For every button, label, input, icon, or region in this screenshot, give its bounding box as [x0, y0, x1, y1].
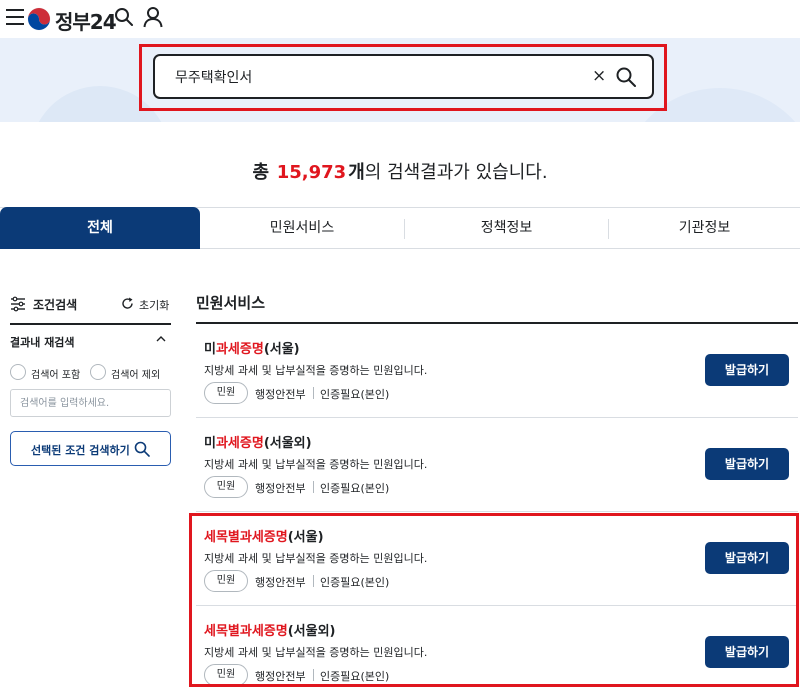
refine-search-button-label: 선택된 조건 검색하기: [31, 444, 130, 457]
item-badge: 민원: [204, 664, 248, 686]
menu-icon[interactable]: [6, 9, 24, 27]
item-auth: 인증필요(본인): [320, 670, 390, 683]
result-suffix: 의 검색결과가 있습니다.: [364, 162, 548, 183]
item-badge: 민원: [204, 476, 248, 498]
list-item: 세목별과세증명(서울) 지방세 과세 및 납부실적을 증명하는 민원입니다. 민…: [196, 512, 798, 606]
issue-button[interactable]: 발급하기: [705, 636, 789, 668]
search-icon[interactable]: [114, 7, 134, 27]
item-separator: [313, 575, 314, 587]
list-item: 미과세증명(서울외) 지방세 과세 및 납부실적을 증명하는 민원입니다. 민원…: [196, 418, 798, 512]
item-separator: [313, 387, 314, 399]
search-icon: [134, 441, 150, 457]
issue-button[interactable]: 발급하기: [705, 354, 789, 386]
decorative-circle: [30, 86, 170, 122]
item-badge: 민원: [204, 570, 248, 592]
item-description: 지방세 과세 및 납부실적을 증명하는 민원입니다.: [204, 458, 428, 471]
section-title: 민원서비스: [196, 294, 266, 312]
search-box: ×: [153, 54, 654, 99]
item-description: 지방세 과세 및 납부실적을 증명하는 민원입니다.: [204, 364, 428, 377]
sidebar-title: 조건검색: [33, 298, 78, 312]
radio-exclude[interactable]: [90, 364, 106, 380]
item-separator: [313, 669, 314, 681]
sidebar-section-title[interactable]: 결과내 재검색: [10, 334, 75, 350]
item-description: 지방세 과세 및 납부실적을 증명하는 민원입니다.: [204, 552, 428, 565]
item-title[interactable]: 세목별과세증명(서울외): [204, 620, 336, 639]
item-badge: 민원: [204, 382, 248, 404]
item-agency: 행정안전부: [255, 388, 306, 401]
item-agency: 행정안전부: [255, 670, 306, 683]
item-agency: 행정안전부: [255, 576, 306, 589]
item-title[interactable]: 미과세증명(서울외): [204, 432, 312, 451]
issue-button[interactable]: 발급하기: [705, 448, 789, 480]
result-prefix: 총: [252, 162, 270, 183]
result-summary: 총 15,973 개의 검색결과가 있습니다.: [0, 158, 800, 184]
list-item: 미과세증명(서울) 지방세 과세 및 납부실적을 증명하는 민원입니다. 민원 …: [196, 324, 798, 418]
radio-include-label[interactable]: 검색어 포함: [31, 366, 80, 381]
clear-icon[interactable]: ×: [592, 68, 606, 85]
result-unit: 개: [348, 162, 365, 183]
sidebar-divider: [10, 323, 171, 325]
radio-include[interactable]: [10, 364, 26, 380]
result-count: 15,973: [276, 162, 347, 183]
item-auth: 인증필요(본인): [320, 576, 390, 589]
item-auth: 인증필요(본인): [320, 482, 390, 495]
search-input[interactable]: [175, 66, 575, 88]
tab-all[interactable]: 전체: [0, 207, 200, 249]
item-title[interactable]: 미과세증명(서울): [204, 338, 300, 357]
chevron-up-icon[interactable]: [155, 334, 167, 344]
item-auth: 인증필요(본인): [320, 388, 390, 401]
tab-civil-service[interactable]: 민원서비스: [200, 208, 404, 249]
search-icon[interactable]: [615, 66, 637, 88]
search-area: ×: [0, 38, 800, 122]
item-agency: 행정안전부: [255, 482, 306, 495]
item-title[interactable]: 세목별과세증명(서울): [204, 526, 324, 545]
item-separator: [313, 481, 314, 493]
issue-button[interactable]: 발급하기: [705, 542, 789, 574]
item-description: 지방세 과세 및 납부실적을 증명하는 민원입니다.: [204, 646, 428, 659]
tab-agency-info[interactable]: 기관정보: [609, 208, 800, 249]
refresh-icon[interactable]: [121, 297, 134, 310]
emblem-icon[interactable]: [27, 7, 51, 31]
user-icon[interactable]: [143, 6, 163, 28]
list-item: 세목별과세증명(서울외) 지방세 과세 및 납부실적을 증명하는 민원입니다. …: [196, 606, 798, 687]
refine-search-button[interactable]: 선택된 조건 검색하기: [10, 431, 171, 466]
refine-search-input[interactable]: [10, 389, 171, 417]
filter-icon: [11, 296, 25, 312]
radio-exclude-label[interactable]: 검색어 제외: [111, 366, 160, 381]
reset-button[interactable]: 초기화: [139, 297, 169, 313]
header: 정부24: [0, 0, 800, 38]
tab-bar: 전체 민원서비스 정책정보 기관정보: [0, 207, 800, 249]
tab-policy-info[interactable]: 정책정보: [405, 208, 608, 249]
logo-text[interactable]: 정부24: [55, 6, 117, 35]
